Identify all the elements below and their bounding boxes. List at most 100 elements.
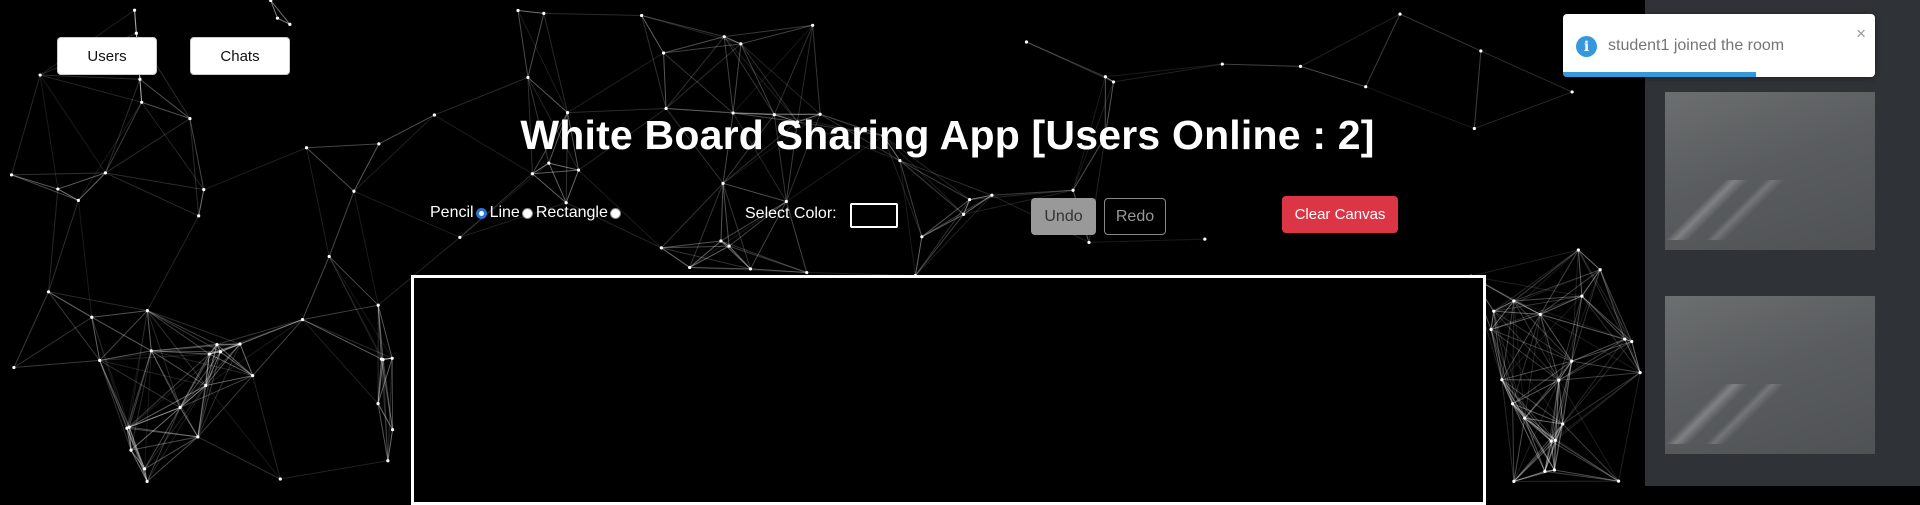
network-link: [532, 174, 566, 203]
network-node: [391, 428, 394, 431]
network-node: [129, 449, 132, 452]
network-link: [568, 53, 664, 113]
network-link: [549, 163, 566, 203]
network-node: [104, 171, 107, 174]
network-link: [664, 53, 734, 113]
network-node: [1617, 480, 1620, 483]
network-link: [434, 77, 528, 115]
network-node: [386, 459, 389, 462]
network-link: [1525, 418, 1545, 471]
tool-rectangle-radio[interactable]: [610, 208, 621, 219]
network-link: [100, 360, 131, 450]
network-link: [721, 183, 723, 241]
network-link: [329, 256, 392, 358]
tool-line-label: Line: [490, 204, 520, 222]
network-node: [377, 304, 380, 307]
network-node: [276, 17, 279, 20]
tool-rectangle[interactable]: Rectangle: [536, 204, 624, 222]
network-link: [1300, 66, 1365, 86]
network-link: [105, 173, 203, 190]
network-node: [202, 188, 205, 191]
network-node: [138, 78, 141, 81]
network-node: [1087, 241, 1090, 244]
network-link: [1502, 380, 1514, 482]
network-node: [1299, 65, 1302, 68]
tool-line-radio[interactable]: [522, 208, 533, 219]
network-node: [547, 161, 550, 164]
network-node: [1577, 248, 1580, 251]
network-node: [1571, 90, 1574, 93]
tool-pencil[interactable]: Pencil: [430, 204, 490, 222]
color-picker[interactable]: [850, 203, 898, 228]
network-node: [811, 24, 814, 27]
network-link: [147, 311, 217, 345]
network-node: [1553, 468, 1556, 471]
network-link: [460, 163, 549, 237]
network-node: [1364, 85, 1367, 88]
network-link: [741, 44, 798, 122]
network-link: [105, 173, 198, 216]
network-link: [1114, 64, 1223, 82]
page-title: White Board Sharing App [Users Online : …: [0, 112, 1895, 159]
network-node: [640, 14, 643, 17]
network-node: [179, 406, 182, 409]
network-link: [666, 44, 741, 109]
network-link: [922, 195, 992, 237]
network-node: [1512, 480, 1515, 483]
network-node: [516, 9, 519, 12]
network-node: [1523, 417, 1526, 420]
network-node: [1550, 440, 1553, 443]
network-link: [329, 191, 354, 256]
undo-button[interactable]: Undo: [1031, 198, 1096, 235]
network-node: [727, 245, 730, 248]
network-link: [813, 25, 820, 114]
network-node: [1599, 268, 1602, 271]
network-node: [662, 51, 665, 54]
network-node: [376, 402, 379, 405]
network-link: [147, 216, 198, 311]
chats-button[interactable]: Chats: [190, 37, 290, 75]
network-link: [253, 320, 303, 376]
whiteboard-canvas[interactable]: [411, 275, 1486, 505]
network-link: [1400, 14, 1481, 51]
network-node: [1500, 378, 1503, 381]
network-node: [962, 213, 965, 216]
redo-button[interactable]: Redo: [1104, 198, 1166, 235]
network-node: [1539, 313, 1542, 316]
network-node: [898, 159, 901, 162]
network-link: [1578, 250, 1600, 270]
network-node: [1025, 40, 1028, 43]
network-link: [518, 10, 544, 13]
network-link: [58, 173, 106, 189]
network-node: [381, 358, 384, 361]
network-node: [1580, 294, 1583, 297]
tool-pencil-label: Pencil: [430, 204, 474, 222]
network-link: [661, 183, 723, 248]
notification-toast[interactable]: i student1 joined the room ×: [1563, 14, 1875, 77]
network-link: [915, 195, 992, 275]
network-link: [253, 376, 281, 479]
network-node: [1104, 75, 1107, 78]
tool-pencil-radio[interactable]: [476, 208, 487, 219]
clear-canvas-button[interactable]: Clear Canvas: [1282, 196, 1398, 233]
network-link: [1491, 250, 1578, 329]
network-node: [146, 480, 149, 483]
network-node: [1071, 189, 1074, 192]
network-node: [143, 467, 146, 470]
tool-rectangle-label: Rectangle: [536, 204, 608, 222]
users-button[interactable]: Users: [57, 37, 157, 75]
network-link: [49, 292, 100, 361]
tool-line[interactable]: Line: [490, 204, 536, 222]
network-link: [1026, 42, 1113, 82]
network-link: [1572, 342, 1632, 362]
network-link: [303, 320, 393, 359]
network-link: [900, 161, 964, 215]
network-link: [1559, 270, 1600, 381]
network-link: [544, 13, 568, 112]
network-link: [58, 189, 79, 200]
network-link: [303, 256, 330, 319]
close-icon[interactable]: ×: [1856, 24, 1866, 44]
network-link: [1600, 270, 1625, 339]
network-link: [303, 320, 383, 360]
network-link: [1366, 14, 1400, 87]
